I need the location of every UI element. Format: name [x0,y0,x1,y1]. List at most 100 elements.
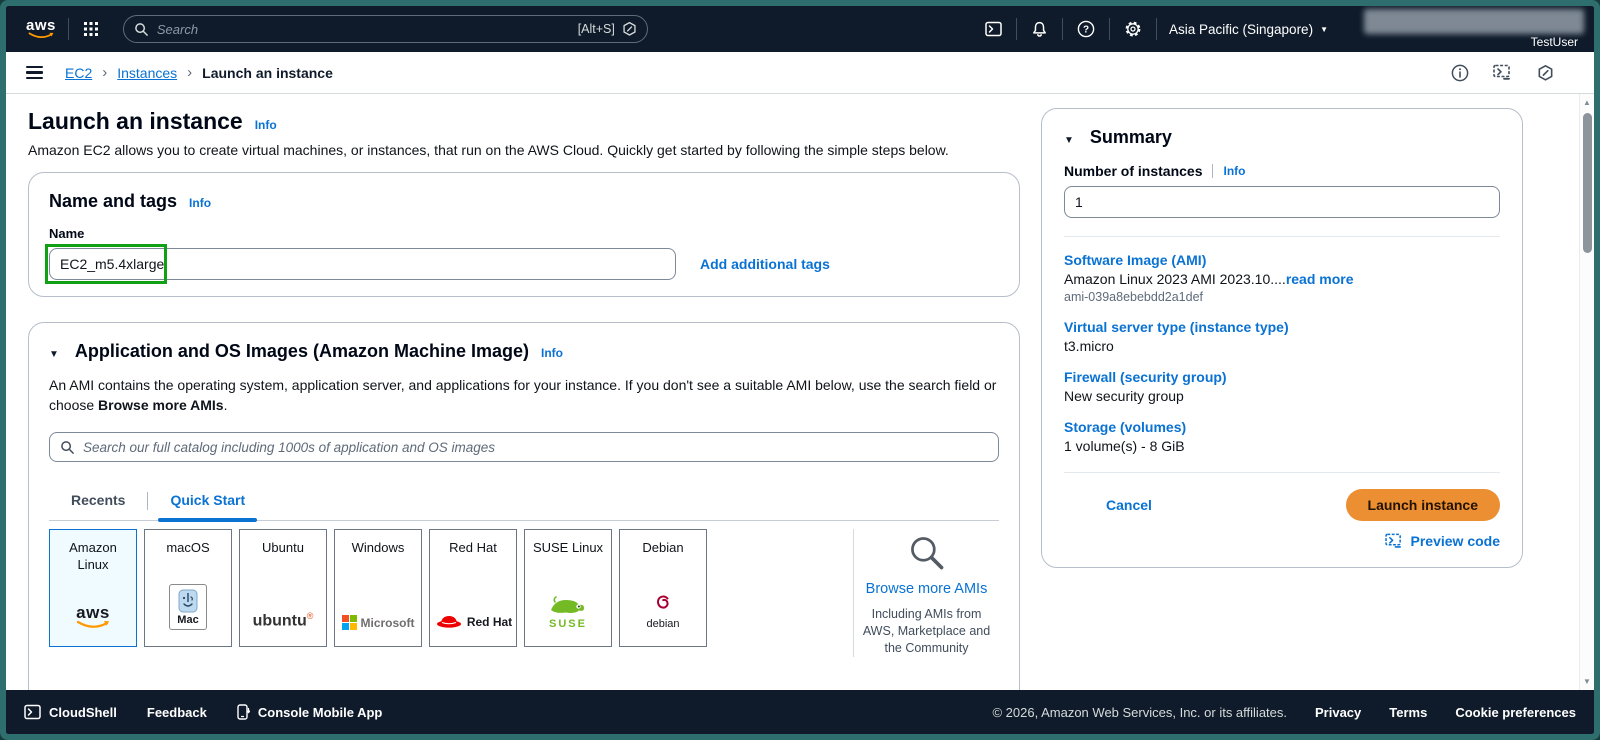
tab-recents[interactable]: Recents [49,488,147,520]
search-shortcut-label: [Alt+S] [577,22,615,36]
preview-code-link[interactable]: Preview code [1411,533,1501,549]
summary-row-instance-type: Virtual server type (instance type) t3.m… [1064,319,1500,354]
os-tile-debian[interactable]: Debian debian [619,529,707,647]
instances-info-link[interactable]: Info [1223,164,1245,178]
summary-divider [1064,236,1500,237]
breadcrumb-tools [1451,64,1554,82]
os-image-tiles: Amazon Linux aws macOS Mac Ubuntu ubuntu… [49,529,999,657]
ami-search-input[interactable]: Search our full catalog including 1000s … [49,432,999,462]
terms-link[interactable]: Terms [1389,705,1427,720]
macos-logo-icon: Mac [169,584,207,630]
services-menu-button[interactable] [69,6,113,52]
ami-tabs: Recents Quick Start [49,488,999,522]
name-and-tags-info-link[interactable]: Info [189,196,211,210]
cloudshell-terminal-icon [985,21,1002,37]
browser-window: aws Search [Alt+S] ? Asia Pacific (Singa… [0,0,1600,740]
cancel-button[interactable]: Cancel [1106,497,1152,513]
storage-link[interactable]: Storage (volumes) [1064,419,1500,435]
search-icon [134,22,148,36]
os-tile-amazon-linux[interactable]: Amazon Linux aws [49,529,137,647]
summary-divider [1064,472,1500,473]
main-content: Launch an instance Info Amazon EC2 allow… [6,94,1594,690]
info-panel-button[interactable] [1451,64,1469,82]
ami-section-description: An AMI contains the operating system, ap… [49,377,997,413]
page-info-link[interactable]: Info [255,118,277,132]
scroll-up-icon[interactable]: ▲ [1583,94,1591,111]
region-selector[interactable]: Asia Pacific (Singapore) ▼ [1157,22,1340,37]
copyright-text: © 2026, Amazon Web Services, Inc. or its… [992,704,1287,720]
browse-more-amis-link[interactable]: Browse more AMIs [866,581,988,597]
header-utilities: ? Asia Pacific (Singapore) ▼ [971,6,1340,52]
add-additional-tags-link[interactable]: Add additional tags [700,256,830,272]
ubuntu-logo-icon: ubuntu® [252,610,314,629]
number-of-instances-input[interactable] [1064,186,1500,218]
apps-grid-icon [83,22,98,36]
keyboard-shortcut-icon [623,21,636,36]
feedback-button[interactable]: Feedback [147,705,207,720]
breadcrumb-separator-icon: › [102,64,108,81]
os-tile-windows[interactable]: Windows Microsoft [334,529,422,647]
read-more-link[interactable]: read more [1286,271,1354,287]
firewall-value: New security group [1064,388,1184,404]
breadcrumb-ec2-link[interactable]: EC2 [65,65,92,81]
settings-button[interactable] [1110,6,1156,52]
chevron-down-icon: ▼ [1320,24,1328,34]
ami-section-collapse-icon[interactable]: ▼ [49,349,59,360]
tab-quick-start[interactable]: Quick Start [148,488,267,522]
preview-code-panel-button[interactable] [1493,64,1513,81]
summary-row-firewall: Firewall (security group) New security g… [1064,369,1500,404]
amazon-linux-logo-icon: aws [76,604,110,630]
summary-title: Summary [1089,127,1172,147]
cloudshell-button[interactable] [971,6,1016,52]
top-navigation-bar: aws Search [Alt+S] ? Asia Pacific (Singa… [6,6,1594,52]
storage-value: 1 volume(s) - 8 GiB [1064,438,1185,454]
cookie-preferences-link[interactable]: Cookie preferences [1455,705,1576,720]
breadcrumb-instances-link[interactable]: Instances [117,65,177,81]
console-mobile-app-button[interactable]: Console Mobile App [237,703,382,721]
notifications-button[interactable] [1017,6,1062,52]
bell-icon [1033,21,1046,37]
os-tile-macos[interactable]: macOS Mac [144,529,232,647]
label-divider [1212,164,1214,178]
footer-bar: CloudShell Feedback Console Mobile App ©… [6,690,1594,734]
region-label: Asia Pacific (Singapore) [1169,21,1314,37]
summary-row-ami: Software Image (AMI) Amazon Linux 2023 A… [1064,252,1500,304]
firewall-link[interactable]: Firewall (security group) [1064,369,1500,385]
os-tile-suse-linux[interactable]: SUSE Linux SUSE [524,529,612,647]
os-tile-ubuntu[interactable]: Ubuntu ubuntu® [239,529,327,647]
instance-name-input[interactable] [49,248,676,280]
code-window-icon [1493,64,1510,80]
scroll-down-icon[interactable]: ▼ [1583,673,1591,690]
aws-logo-text: aws [26,16,56,34]
keyboard-shortcut-hex-icon [1538,64,1553,81]
browse-more-amis-caption: Including AMIs from AWS, Marketplace and… [862,607,991,655]
virtual-server-type-link[interactable]: Virtual server type (instance type) [1064,319,1500,335]
help-button[interactable]: ? [1063,6,1109,52]
summary-collapse-icon[interactable]: ▼ [1064,135,1074,146]
aws-logo[interactable]: aws [26,16,56,40]
gear-icon [1125,21,1141,37]
name-field-label: Name [49,226,85,241]
breadcrumb-bar: EC2 › Instances › Launch an instance [6,52,1594,94]
debian-logo-icon: debian [646,592,680,630]
search-icon [61,440,74,454]
svg-text:?: ? [1083,25,1089,36]
suse-logo-icon: SUSE [547,594,589,630]
global-search-input[interactable]: Search [Alt+S] [122,15,648,43]
shortcuts-button[interactable] [1537,64,1554,82]
privacy-link[interactable]: Privacy [1315,705,1361,720]
vertical-scrollbar[interactable]: ▲ ▼ [1579,94,1594,690]
aws-smile-icon [28,31,54,38]
breadcrumb-separator-icon: › [187,64,193,81]
scrollbar-thumb[interactable] [1582,113,1592,253]
cloudshell-footer-button[interactable]: CloudShell [24,704,117,720]
cloudshell-terminal-icon [24,704,41,720]
launch-instance-button[interactable]: Launch instance [1345,489,1500,521]
name-and-tags-section: Name and tags Info Name Add additional t… [28,172,1020,297]
instance-type-value: t3.micro [1064,338,1114,354]
side-menu-button[interactable] [26,65,43,80]
help-icon: ? [1077,20,1095,38]
ami-section-info-link[interactable]: Info [541,346,563,360]
software-image-link[interactable]: Software Image (AMI) [1064,252,1500,268]
os-tile-red-hat[interactable]: Red Hat Red Hat [429,529,517,647]
